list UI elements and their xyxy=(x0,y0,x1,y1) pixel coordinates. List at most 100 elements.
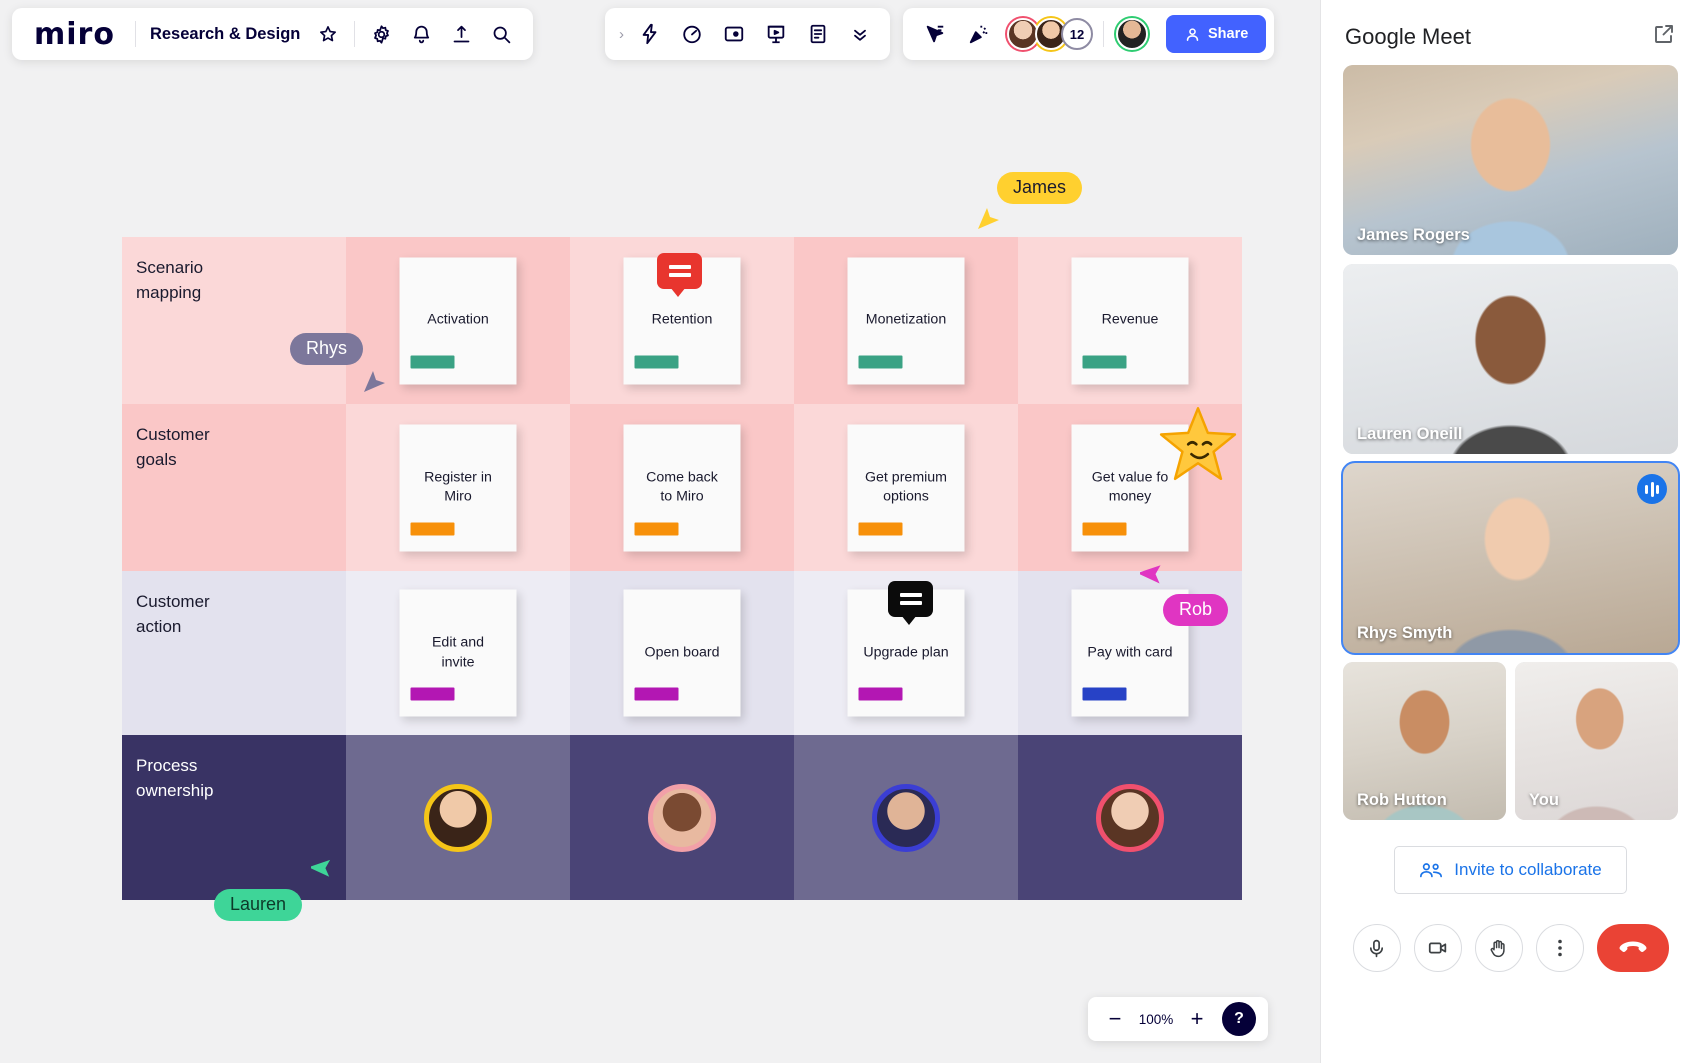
cursor-pointer-james xyxy=(976,205,1002,231)
sticky-text: Upgrade plan xyxy=(863,643,948,662)
sticky-tag xyxy=(635,522,679,535)
owner-avatar-4[interactable] xyxy=(1096,784,1164,852)
sticky-text: Open board xyxy=(645,643,720,662)
scenario-matrix: Scenario mapping Activation Retention Mo… xyxy=(122,237,1244,900)
cursor-pointer-rhys xyxy=(362,368,388,394)
cursor-badge-rhys: Rhys xyxy=(290,333,363,365)
sticky-note[interactable]: Register in Miro xyxy=(400,424,517,551)
presentation-icon[interactable] xyxy=(756,14,796,54)
gear-icon[interactable] xyxy=(361,14,401,54)
comment-upgrade-plan[interactable] xyxy=(888,581,933,617)
participant-tile-rob-hutton[interactable]: Rob Hutton xyxy=(1343,662,1506,820)
zoom-in-button[interactable]: + xyxy=(1182,1004,1212,1034)
board-header-toolbar[interactable]: miro Research & Design xyxy=(12,8,533,60)
cursor-badge-james: James xyxy=(997,172,1082,204)
participant-tile-rhys-smyth[interactable]: Rhys Smyth xyxy=(1343,463,1678,653)
participant-name: You xyxy=(1529,791,1559,810)
row-label: Customer goals xyxy=(122,404,346,472)
sticky-note[interactable]: Activation xyxy=(400,257,517,384)
timer-icon[interactable] xyxy=(672,14,712,54)
row-label: Customer action xyxy=(122,571,346,639)
participant-name: Rob Hutton xyxy=(1357,791,1447,810)
comment-lines-icon xyxy=(900,589,922,609)
participant-tile-lauren-oneill[interactable]: Lauren Oneill xyxy=(1343,264,1678,454)
follow-cursor-icon[interactable] xyxy=(915,14,955,54)
cursor-badge-lauren: Lauren xyxy=(214,889,302,921)
bell-icon[interactable] xyxy=(401,14,441,54)
star-icon[interactable] xyxy=(308,14,348,54)
sticky-note[interactable]: Edit and invite xyxy=(400,590,517,717)
collaborator-avatars[interactable]: 12 xyxy=(1013,16,1150,52)
more-options-button[interactable] xyxy=(1536,924,1584,972)
notes-icon[interactable] xyxy=(798,14,838,54)
divider xyxy=(135,21,136,47)
canvas-tools-toolbar[interactable]: › xyxy=(605,8,890,60)
google-meet-panel: Google Meet James Rogers Lauren Oneill R… xyxy=(1320,0,1700,1063)
collaborator-count-badge[interactable]: 12 xyxy=(1061,18,1093,50)
chevron-double-down-icon[interactable] xyxy=(840,14,880,54)
sticky-note[interactable]: Open board xyxy=(624,590,741,717)
sticky-text: Revenue xyxy=(1102,311,1159,330)
matrix-cell[interactable]: Get premium options xyxy=(794,404,1018,571)
matrix-cell[interactable]: Register in Miro xyxy=(346,404,570,571)
matrix-cell[interactable] xyxy=(570,735,794,900)
meet-header: Google Meet xyxy=(1343,0,1678,65)
lightning-icon[interactable] xyxy=(630,14,670,54)
matrix-cell[interactable]: Open board xyxy=(570,571,794,735)
share-button[interactable]: Share xyxy=(1166,15,1266,53)
speaking-indicator-icon xyxy=(1637,474,1667,504)
miro-logo[interactable]: miro xyxy=(24,17,129,52)
owner-avatar-2[interactable] xyxy=(648,784,716,852)
participant-name: James Rogers xyxy=(1357,226,1470,245)
collaboration-toolbar[interactable]: 12 Share xyxy=(903,8,1274,60)
current-user-avatar[interactable] xyxy=(1114,16,1150,52)
miro-canvas[interactable]: Scenario mapping Activation Retention Mo… xyxy=(0,0,1320,1063)
row-label: Scenario mapping xyxy=(122,237,346,305)
camera-button[interactable] xyxy=(1414,924,1462,972)
sticky-tag xyxy=(1083,355,1127,368)
owner-avatar-1[interactable] xyxy=(424,784,492,852)
matrix-cell[interactable]: Monetization xyxy=(794,237,1018,404)
search-icon[interactable] xyxy=(481,14,521,54)
sticky-text: Register in Miro xyxy=(424,468,492,506)
sticky-note[interactable]: Revenue xyxy=(1072,257,1189,384)
sticky-text: Edit and invite xyxy=(432,634,484,672)
star-reaction-icon xyxy=(1157,405,1239,487)
participant-tile-james-rogers[interactable]: James Rogers xyxy=(1343,65,1678,255)
sticky-note[interactable]: Come back to Miro xyxy=(624,424,741,551)
meet-controls-bar xyxy=(1343,924,1678,972)
expand-toolbar-chevron-icon[interactable]: › xyxy=(615,26,628,43)
sticky-text: Pay with card xyxy=(1087,643,1172,662)
sticky-tag xyxy=(859,522,903,535)
sticky-tag xyxy=(635,688,679,701)
matrix-cell[interactable] xyxy=(1018,735,1242,900)
cursor-label: Rob xyxy=(1179,600,1212,618)
cursor-pointer-rob xyxy=(1140,560,1168,588)
matrix-cell[interactable] xyxy=(346,735,570,900)
raise-hand-button[interactable] xyxy=(1475,924,1523,972)
microphone-button[interactable] xyxy=(1353,924,1401,972)
sticky-tag xyxy=(411,688,455,701)
celebrate-icon[interactable] xyxy=(959,14,999,54)
matrix-cell[interactable]: Come back to Miro xyxy=(570,404,794,571)
matrix-cell[interactable]: Revenue xyxy=(1018,237,1242,404)
comment-retention[interactable] xyxy=(657,253,702,289)
participant-tile-you[interactable]: You xyxy=(1515,662,1678,820)
zoom-control[interactable]: − 100% + ? xyxy=(1088,997,1268,1041)
help-button[interactable]: ? xyxy=(1222,1002,1256,1036)
invite-to-collaborate-button[interactable]: Invite to collaborate xyxy=(1394,846,1626,894)
hang-up-button[interactable] xyxy=(1597,924,1669,972)
divider xyxy=(354,21,355,47)
upload-icon[interactable] xyxy=(441,14,481,54)
zoom-out-button[interactable]: − xyxy=(1100,1004,1130,1034)
board-title[interactable]: Research & Design xyxy=(142,25,308,44)
matrix-cell[interactable] xyxy=(794,735,1018,900)
cursor-label: Lauren xyxy=(230,895,286,913)
matrix-cell[interactable]: Edit and invite xyxy=(346,571,570,735)
cursor-label: Rhys xyxy=(306,339,347,357)
screen-share-icon[interactable] xyxy=(714,14,754,54)
open-in-new-icon[interactable] xyxy=(1652,22,1676,51)
sticky-note[interactable]: Monetization xyxy=(848,257,965,384)
sticky-note[interactable]: Get premium options xyxy=(848,424,965,551)
owner-avatar-3[interactable] xyxy=(872,784,940,852)
